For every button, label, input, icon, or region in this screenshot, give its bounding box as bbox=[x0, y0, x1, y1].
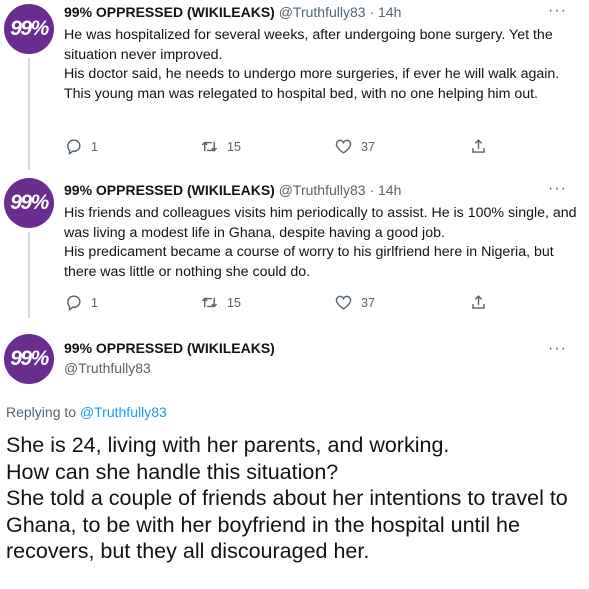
main-tweet: 99% 99% OPPRESSED (WIKILEAKS) @Truthfull… bbox=[0, 0, 589, 589]
display-name[interactable]: 99% OPPRESSED (WIKILEAKS) bbox=[64, 340, 275, 356]
tweet-line: How can she handle this situation? bbox=[6, 459, 339, 484]
handle[interactable]: @Truthfully83 bbox=[64, 360, 151, 376]
avatar[interactable]: 99% bbox=[4, 334, 54, 384]
replying-prefix: Replying to bbox=[6, 404, 77, 420]
replying-to: Replying to @Truthfully83 bbox=[6, 404, 167, 420]
replying-to-link[interactable]: @Truthfully83 bbox=[80, 404, 167, 420]
main-tweet-text: She is 24, living with her parents, and … bbox=[6, 432, 586, 565]
tweet-line: She is 24, living with her parents, and … bbox=[6, 433, 450, 457]
more-icon[interactable]: ··· bbox=[548, 340, 567, 358]
tweet-line: She told a couple of friends about her i… bbox=[6, 486, 568, 563]
avatar-text: 99% bbox=[10, 347, 49, 370]
